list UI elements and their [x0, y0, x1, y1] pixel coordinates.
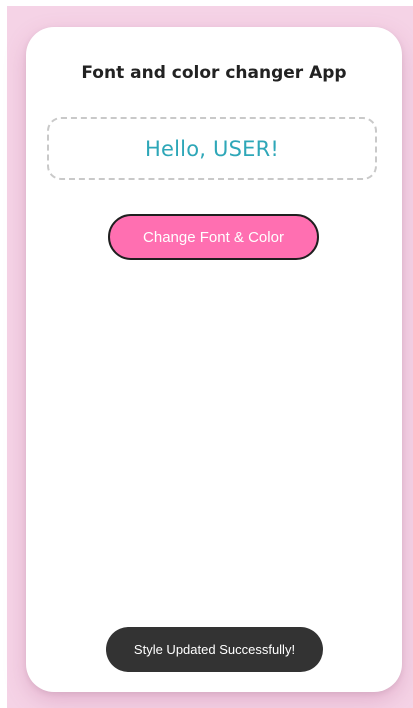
greeting-text: Hello, USER!	[145, 136, 279, 161]
app-title: Font and color changer App	[81, 63, 347, 83]
greeting-display-box: Hello, USER!	[47, 117, 377, 180]
app-card: Font and color changer App Hello, USER! …	[26, 27, 402, 692]
change-font-color-button[interactable]: Change Font & Color	[108, 214, 319, 260]
toast-message: Style Updated Successfully!	[133, 642, 296, 657]
success-toast: Style Updated Successfully!	[106, 627, 323, 672]
